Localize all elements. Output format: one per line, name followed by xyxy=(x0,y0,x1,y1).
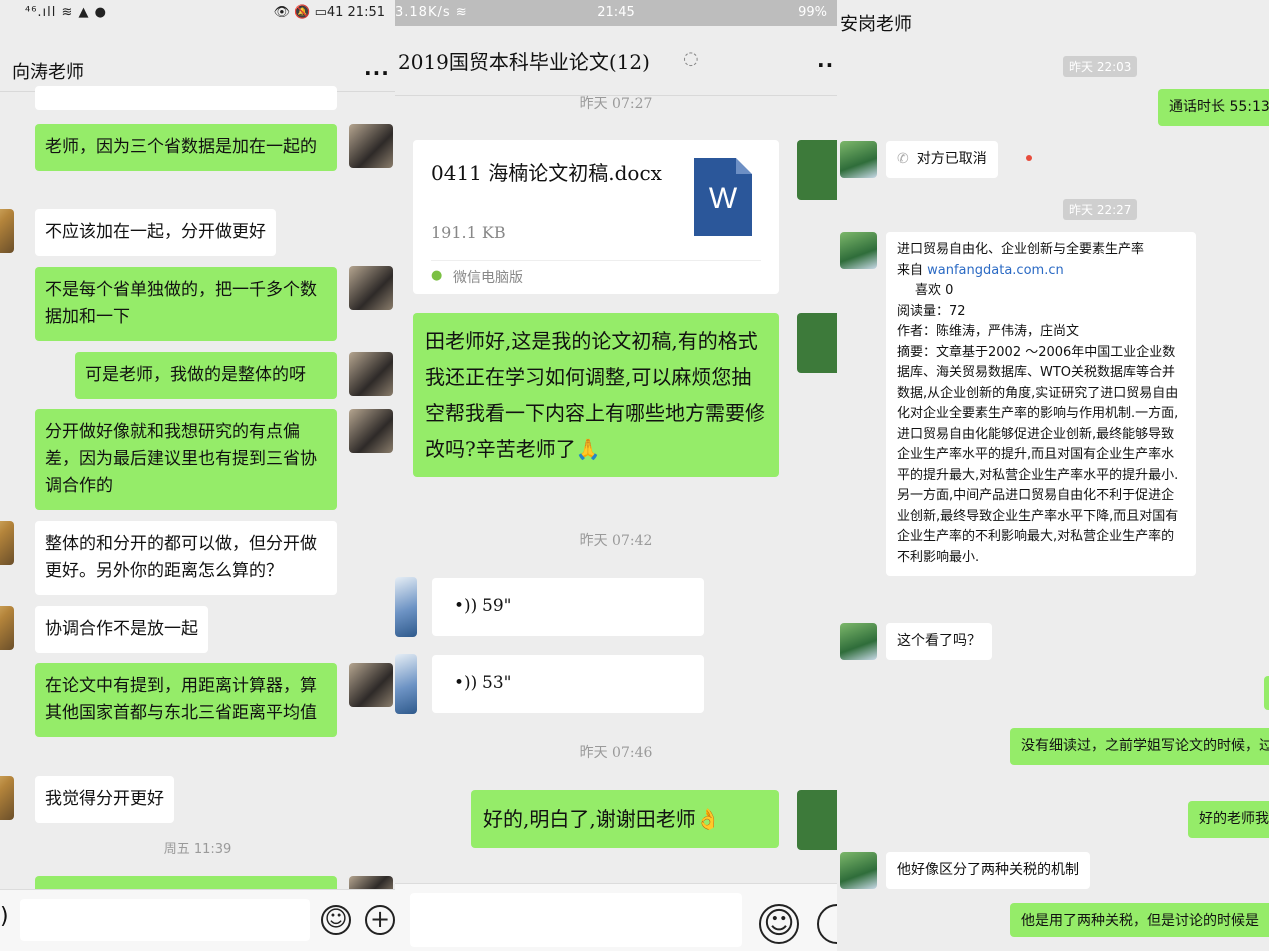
call-cancelled-bubble[interactable]: ✆ 对方已取消 xyxy=(886,141,998,178)
article-source-link[interactable]: wanfangdata.com.cn xyxy=(927,263,1064,278)
call-duration-bubble: 通话时长 55:13 xyxy=(1158,89,1269,126)
message-timestamp: 昨天 07:46 xyxy=(579,745,653,761)
voice-wave-icon: •)) xyxy=(454,596,478,616)
message-bubble-sent: 不是每个省单独做的，把一千多个数据加和一下 xyxy=(35,267,337,341)
phone-icon: ✆ xyxy=(897,151,909,167)
avatar[interactable] xyxy=(840,852,877,889)
emoji-button[interactable]: ☺ xyxy=(759,904,799,944)
ear-icon: ◌ xyxy=(683,48,699,69)
article-source: 来自 wanfangdata.com.cn xyxy=(897,262,1064,278)
avatar[interactable] xyxy=(0,521,14,565)
message-bubble-received: 协调合作不是放一起 xyxy=(35,606,208,653)
avatar[interactable] xyxy=(840,623,877,660)
chat-title: 2019国贸本科毕业论文(12) xyxy=(398,50,650,74)
message-input[interactable] xyxy=(410,893,742,947)
chat-title: 安岗老师 xyxy=(840,14,912,35)
chat-panel-angang: 安岗老师 昨天 22:03 通话时长 55:13 ✆ 对方已取消 昨天 22:27… xyxy=(837,0,1269,951)
message-bubble-sent: 好的老师我 xyxy=(1188,801,1269,838)
file-size: 191.1 KB xyxy=(431,223,506,242)
plus-button[interactable] xyxy=(817,904,837,944)
message-timestamp: 昨天 07:42 xyxy=(579,533,653,549)
message-bubble-received: 他好像区分了两种关税的机制 xyxy=(886,852,1090,889)
avatar[interactable] xyxy=(840,232,877,269)
wechat-icon: ● xyxy=(431,268,443,283)
more-options-button[interactable]: ... xyxy=(364,56,390,80)
file-name: 0411 海楠论文初稿.docx xyxy=(431,161,662,185)
voice-message[interactable]: •)) 59" xyxy=(432,578,704,636)
voice-message[interactable]: •)) 53" xyxy=(432,655,704,713)
article-title: 进口贸易自由化、企业创新与全要素生产率 xyxy=(897,242,1145,257)
file-source: 微信电脑版 xyxy=(453,270,523,286)
status-time: 21:45 xyxy=(597,5,635,20)
message-bubble-sent: 好的,明白了,谢谢田老师👌 xyxy=(471,790,779,848)
message-bubble-partial xyxy=(1264,676,1269,710)
message-bubble-sent: 可是老师，我做的是整体的呀 xyxy=(75,352,337,399)
article-reads: 阅读量：72 xyxy=(897,303,966,319)
chat-header: 向涛老师 ... xyxy=(0,26,395,92)
chat-header: 2019国贸本科毕业论文(12) ◌ .. xyxy=(395,26,837,96)
avatar[interactable] xyxy=(797,313,837,373)
battery-level: 99% xyxy=(798,5,827,20)
chat-title: 向涛老师 xyxy=(12,62,84,83)
divider xyxy=(431,260,761,261)
message-bubble-received: 不应该加在一起，分开做更好 xyxy=(35,209,276,256)
voice-duration: 53" xyxy=(482,673,512,693)
message-timestamp: 昨天 22:27 xyxy=(1063,199,1138,220)
message-bubble-received: 整体的和分开的都可以做，但分开做更好。另外你的距离怎么算的？ xyxy=(35,521,337,595)
avatar[interactable] xyxy=(395,654,417,714)
input-bar: ) ☺ + xyxy=(0,889,395,951)
plus-button[interactable]: + xyxy=(365,905,395,935)
avatar[interactable] xyxy=(840,141,877,178)
voice-duration: 59" xyxy=(482,596,512,616)
avatar[interactable] xyxy=(395,577,417,637)
article-share-card[interactable]: 进口贸易自由化、企业创新与全要素生产率 来自 wanfangdata.com.c… xyxy=(886,232,1196,576)
avatar[interactable] xyxy=(0,606,14,650)
status-bar: ⁴⁶.ıll ≋ ▲ ● 👁 🔕 ▭41 21:51 xyxy=(0,0,395,26)
avatar[interactable] xyxy=(349,124,393,168)
unread-dot xyxy=(1026,155,1032,161)
chat-panel-xiangtao: ⁴⁶.ıll ≋ ▲ ● 👁 🔕 ▭41 21:51 向涛老师 ... 老师，因… xyxy=(0,0,395,951)
message-timestamp: 昨天 07:27 xyxy=(579,96,653,112)
message-bubble-received: 这个看了吗？ xyxy=(886,623,992,660)
voice-wave-icon: •)) xyxy=(454,673,478,693)
avatar[interactable] xyxy=(0,209,14,253)
voice-toggle-icon[interactable]: ) xyxy=(0,904,9,929)
avatar[interactable] xyxy=(797,790,837,850)
emoji-button[interactable]: ☺ xyxy=(321,905,351,935)
avatar[interactable] xyxy=(349,409,393,453)
message-bubble-sent: 在论文中有提到，用距离计算器，算其他国家首都与东北三省距离平均值 xyxy=(35,663,337,737)
message-bubble-received: 我觉得分开更好 xyxy=(35,776,174,823)
message-bubble-partial xyxy=(35,86,337,110)
signal-indicators: ⁴⁶.ıll ≋ ▲ ● xyxy=(25,5,108,20)
message-timestamp: 昨天 22:03 xyxy=(1063,56,1138,77)
article-likes: 喜欢 0 xyxy=(915,283,954,298)
file-message-card[interactable]: 0411 海楠论文初稿.docx 191.1 KB W ● 微信电脑版 xyxy=(413,140,779,294)
message-bubble-sent: 他是用了两种关税，但是讨论的时候是 xyxy=(1010,903,1269,937)
message-bubble-sent: 老师，因为三个省数据是加在一起的 xyxy=(35,124,337,171)
message-input[interactable] xyxy=(20,899,310,941)
message-bubble-sent: 没有细读过，之前学姐写论文的时候，过把产品创新作为关税->TFP的中介变 xyxy=(1010,728,1269,765)
word-document-icon: W xyxy=(694,158,752,236)
article-abstract: 摘要：文章基于2002 ～2006年中国工业企业数据库、海关贸易数据库、WTO关… xyxy=(897,344,1179,565)
message-bubble-sent: 分开做好像就和我想研究的有点偏差，因为最后建议里也有提到三省协调合作的 xyxy=(35,409,337,510)
chat-panel-group: 3.18K/s ≋ 21:45 99% 2019国贸本科毕业论文(12) ◌ .… xyxy=(395,0,837,951)
message-timestamp: 周五 11:39 xyxy=(163,842,232,857)
input-bar: ☺ xyxy=(395,883,837,951)
avatar[interactable] xyxy=(0,776,14,820)
call-cancelled-text: 对方已取消 xyxy=(916,151,987,167)
status-bar: 3.18K/s ≋ 21:45 99% xyxy=(395,0,837,26)
avatar[interactable] xyxy=(349,663,393,707)
avatar[interactable] xyxy=(349,266,393,310)
status-time: 👁 🔕 ▭41 21:51 xyxy=(273,5,385,20)
avatar[interactable] xyxy=(349,352,393,396)
message-bubble-sent: 田老师好,这是我的论文初稿,有的格式我还正在学习如何调整,可以麻烦您抽空帮我看一… xyxy=(413,313,779,477)
avatar[interactable] xyxy=(797,140,837,200)
more-options-button[interactable]: .. xyxy=(817,48,834,72)
chat-header: 安岗老师 xyxy=(837,0,1269,48)
article-authors: 作者：陈维涛，严伟涛，庄尚文 xyxy=(897,324,1080,339)
